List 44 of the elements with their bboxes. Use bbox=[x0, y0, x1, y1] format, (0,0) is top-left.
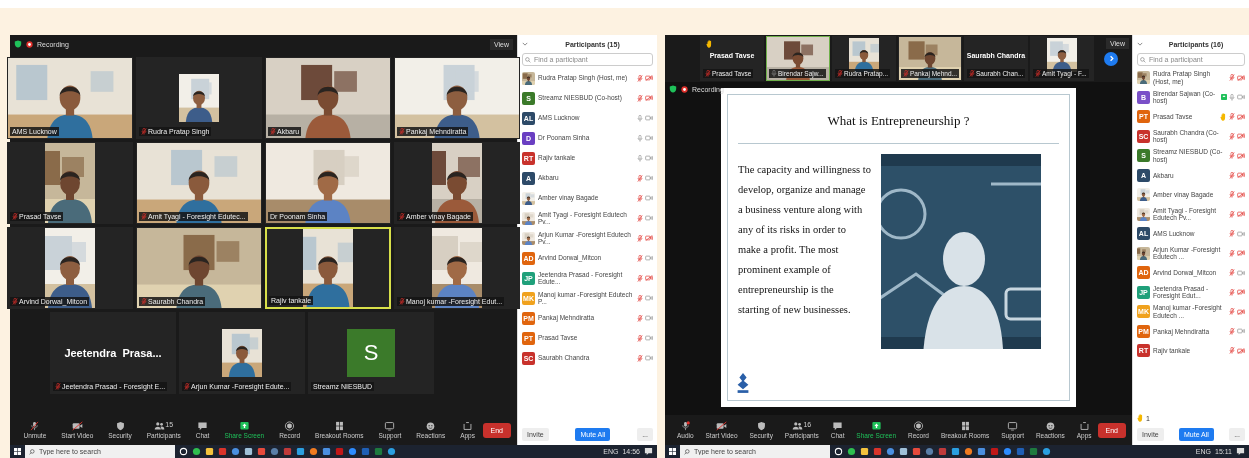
share-screen-icon bbox=[238, 421, 250, 431]
search-icon bbox=[29, 448, 35, 455]
notification-icon[interactable] bbox=[644, 447, 653, 456]
record-icon bbox=[284, 421, 296, 431]
search-icon bbox=[1140, 57, 1146, 63]
people-icon bbox=[154, 421, 166, 431]
share-screen-icon bbox=[870, 421, 882, 431]
people-icon bbox=[792, 421, 804, 431]
video-off-icon bbox=[71, 421, 83, 431]
chat-bubble-icon bbox=[832, 421, 844, 431]
apps-icon bbox=[462, 421, 474, 431]
slide-paragraph: The capacity and willingness to develop, organize and manage a business venture along with any of its risks in order to make a profit. The most prominent example of entrepreneurship is the starting of new businesses. bbox=[738, 163, 871, 317]
notification-icon[interactable] bbox=[1236, 447, 1245, 456]
windows-logo-icon[interactable] bbox=[669, 448, 676, 455]
grid-icon bbox=[333, 421, 345, 431]
record-icon bbox=[26, 40, 33, 48]
shield-icon[interactable] bbox=[669, 85, 677, 93]
avatar: S bbox=[347, 329, 395, 377]
shield-icon[interactable] bbox=[14, 40, 22, 48]
slide-title: What is Entrepreneurship ? bbox=[827, 113, 970, 129]
apps-icon bbox=[1078, 421, 1090, 431]
grid-icon bbox=[959, 421, 971, 431]
shield-icon bbox=[755, 421, 767, 431]
monitor-icon bbox=[1007, 421, 1019, 431]
participant-name: Jeetendra Prasa... bbox=[64, 347, 162, 359]
next-page-button[interactable] bbox=[1104, 51, 1118, 66]
windows-logo-icon[interactable] bbox=[14, 448, 21, 455]
search-icon bbox=[525, 57, 531, 63]
raised-hand-icon bbox=[1137, 414, 1144, 422]
shield-icon bbox=[114, 421, 126, 431]
record-icon bbox=[681, 85, 688, 93]
muted-mic-icon bbox=[29, 421, 41, 431]
collapse-caret-icon[interactable] bbox=[1137, 42, 1143, 46]
chat-bubble-icon bbox=[197, 421, 209, 431]
monitor-icon bbox=[384, 421, 396, 431]
video-off-icon bbox=[716, 421, 727, 431]
smiley-icon bbox=[1044, 421, 1056, 431]
smiley-icon bbox=[425, 421, 437, 431]
collapse-caret-icon[interactable] bbox=[522, 42, 528, 46]
mic-icon bbox=[679, 421, 691, 431]
circle-icon[interactable] bbox=[179, 447, 188, 456]
search-icon bbox=[684, 448, 690, 455]
record-icon bbox=[913, 421, 924, 431]
circle-icon[interactable] bbox=[834, 447, 843, 456]
